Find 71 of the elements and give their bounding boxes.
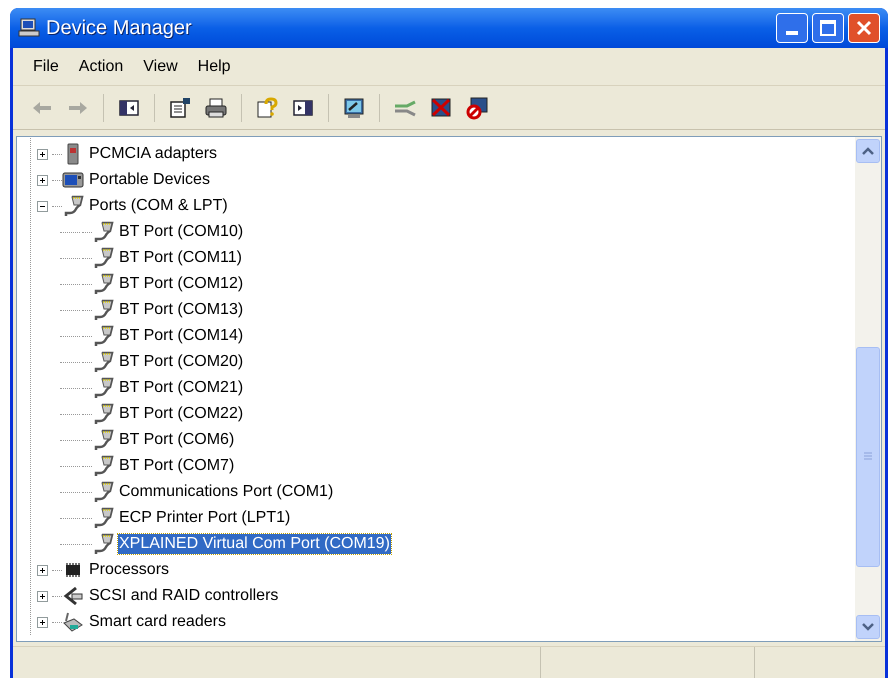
monitor-cross-icon[interactable]	[429, 96, 453, 120]
plus-icon	[38, 566, 46, 574]
port-connector-icon	[92, 351, 114, 373]
tree-item[interactable]: BT Port (COM21)	[118, 378, 244, 398]
port-connector-icon	[92, 247, 114, 269]
scrollbar-thumb[interactable]	[856, 347, 880, 567]
card-reader-icon	[62, 611, 84, 633]
port-connector-icon	[92, 403, 114, 425]
printer-icon[interactable]	[204, 96, 228, 120]
tree-item[interactable]: PCMCIA adapters	[88, 144, 218, 164]
plus-icon	[38, 176, 46, 184]
expand-toggle[interactable]	[36, 148, 48, 160]
scroll-up-button[interactable]	[856, 139, 880, 163]
up-chevron-icon	[862, 147, 874, 155]
tree-item[interactable]: BT Port (COM10)	[118, 222, 244, 242]
tree-item[interactable]: XPLAINED Virtual Com Port (COM19)	[118, 534, 391, 554]
expand-toggle[interactable]	[36, 590, 48, 602]
tree-item[interactable]: BT Port (COM12)	[118, 274, 244, 294]
port-connector-icon	[92, 377, 114, 399]
port-connector-icon	[92, 507, 114, 529]
expand-toggle[interactable]	[36, 564, 48, 576]
port-connector-icon	[92, 533, 114, 555]
tree-item[interactable]: Communications Port (COM1)	[118, 482, 334, 502]
plus-icon	[38, 618, 46, 626]
port-connector-icon	[62, 195, 84, 217]
port-connector-icon	[92, 481, 114, 503]
close-button[interactable]	[848, 13, 880, 43]
plus-icon	[38, 592, 46, 600]
port-connector-icon	[92, 221, 114, 243]
monitor-block-icon[interactable]	[465, 96, 489, 120]
tree-item[interactable]: Smart card readers	[88, 612, 227, 632]
window-title: Device Manager	[46, 16, 192, 41]
tree-item[interactable]: BT Port (COM7)	[118, 456, 236, 476]
monitor-icon[interactable]	[342, 96, 366, 120]
maximize-icon	[820, 20, 836, 36]
menu-item[interactable]: Action	[70, 54, 132, 78]
properties-icon[interactable]	[168, 96, 192, 120]
port-connector-icon	[92, 429, 114, 451]
down-chevron-icon	[862, 623, 874, 631]
expand-toggle[interactable]	[36, 616, 48, 628]
close-icon	[856, 20, 872, 36]
scroll-down-button[interactable]	[856, 615, 880, 639]
plus-icon	[38, 150, 46, 158]
tree-item[interactable]: ECP Printer Port (LPT1)	[118, 508, 292, 528]
tree-item[interactable]: BT Port (COM6)	[118, 430, 236, 450]
maximize-button[interactable]	[812, 13, 844, 43]
tree-item[interactable]: SCSI and RAID controllers	[88, 586, 280, 606]
tree-item[interactable]: Ports (COM & LPT)	[88, 196, 229, 216]
port-connector-icon	[92, 273, 114, 295]
help-icon[interactable]	[255, 96, 279, 120]
minimize-icon	[786, 31, 798, 35]
menu-item[interactable]: File	[25, 54, 67, 78]
port-connector-icon	[92, 325, 114, 347]
scrollbar[interactable]	[855, 137, 881, 641]
connector-icon	[62, 585, 84, 607]
tree-item[interactable]: BT Port (COM14)	[118, 326, 244, 346]
tree-item[interactable]: BT Port (COM20)	[118, 352, 244, 372]
menu-item[interactable]: Help	[190, 54, 239, 78]
expand-toggle[interactable]	[36, 174, 48, 186]
tree-item[interactable]: Portable Devices	[88, 170, 211, 190]
port-connector-icon	[92, 299, 114, 321]
tree-item[interactable]: BT Port (COM13)	[118, 300, 244, 320]
tree-item[interactable]: BT Port (COM22)	[118, 404, 244, 424]
port-connector-icon	[92, 455, 114, 477]
menu-item[interactable]: View	[135, 54, 186, 78]
minimize-button[interactable]	[776, 13, 808, 43]
grip-icon	[863, 452, 873, 462]
computer-icon	[18, 18, 40, 38]
tree-item[interactable]: BT Port (COM11)	[118, 248, 243, 268]
collapse-toggle[interactable]	[36, 200, 48, 212]
tree-item[interactable]: Processors	[88, 560, 170, 580]
